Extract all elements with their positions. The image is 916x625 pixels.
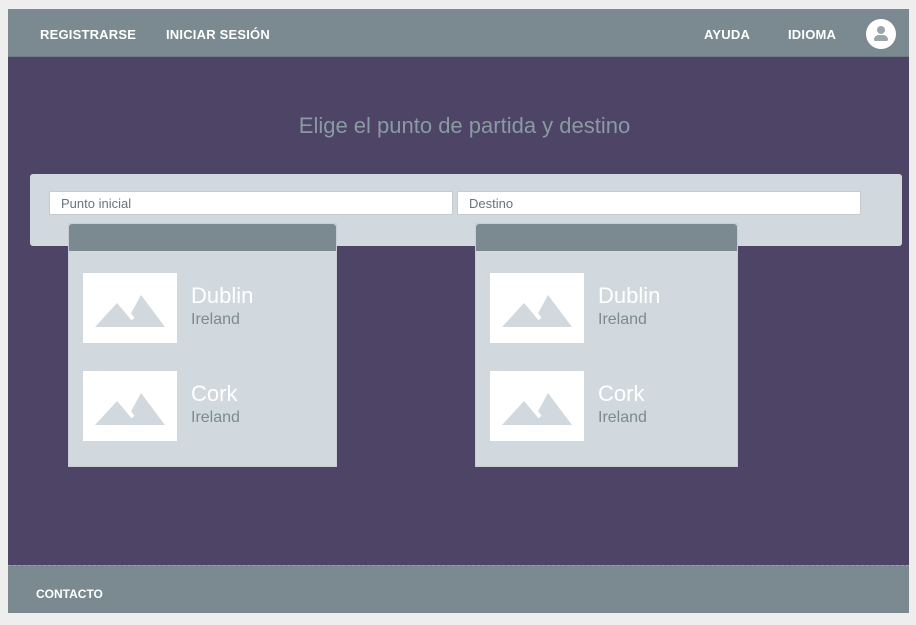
origin-option-dublin[interactable]: Dublin Ireland (69, 273, 336, 345)
country-name: Ireland (598, 409, 647, 426)
city-name: Dublin (191, 283, 254, 308)
login-link[interactable]: INICIAR SESIÓN (166, 9, 270, 57)
origin-suggestions-dropdown: Dublin Ireland Cork Ireland (68, 223, 337, 467)
image-placeholder-icon (490, 273, 584, 343)
country-name: Ireland (191, 409, 240, 426)
destination-option-dublin[interactable]: Dublin Ireland (476, 273, 737, 345)
destination-suggestions-dropdown: Dublin Ireland Cork Ireland (475, 223, 738, 467)
city-name: Cork (191, 381, 238, 406)
footer-bar: CONTACTO (8, 565, 909, 613)
top-navigation-bar: REGISTRARSE INICIAR SESIÓN AYUDA IDIOMA (8, 9, 909, 57)
user-avatar-button[interactable] (866, 19, 896, 49)
help-link[interactable]: AYUDA (704, 9, 750, 57)
register-link[interactable]: REGISTRARSE (40, 9, 136, 57)
page-title: Elige el punto de partida y destino (298, 113, 631, 138)
image-placeholder-icon (490, 371, 584, 441)
app-window: REGISTRARSE INICIAR SESIÓN AYUDA IDIOMA … (8, 9, 909, 613)
destination-input[interactable] (457, 191, 861, 215)
image-placeholder-icon (83, 273, 177, 343)
dropdown-header (476, 224, 737, 251)
city-name: Cork (598, 381, 645, 406)
city-name: Dublin (598, 283, 661, 308)
dropdown-header (69, 224, 336, 251)
contact-link[interactable]: CONTACTO (36, 566, 103, 614)
destination-option-cork[interactable]: Cork Ireland (476, 371, 737, 443)
country-name: Ireland (598, 311, 647, 328)
image-placeholder-icon (83, 371, 177, 441)
country-name: Ireland (191, 311, 240, 328)
language-link[interactable]: IDIOMA (788, 9, 836, 57)
origin-input[interactable] (49, 191, 453, 215)
origin-option-cork[interactable]: Cork Ireland (69, 371, 336, 443)
